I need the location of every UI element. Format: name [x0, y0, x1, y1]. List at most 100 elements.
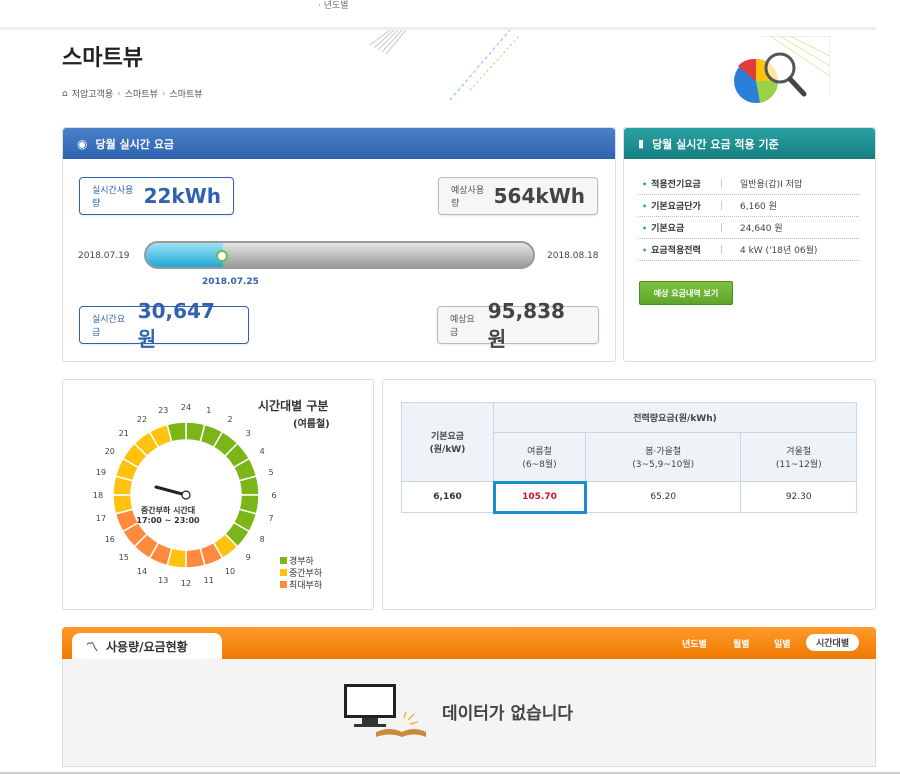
- clock-hour-label: 20: [105, 447, 115, 456]
- breadcrumb: ⌂ 저압고객용 › 스마트뷰 › 스마트뷰: [62, 87, 203, 101]
- clock-hour-label: 18: [93, 491, 103, 500]
- clock-hour-label: 16: [105, 535, 115, 544]
- criteria-value: 4 kW ('18년 06월): [740, 246, 818, 256]
- clock-hour-label: 8: [260, 535, 265, 544]
- fee-criteria-title: 당월 실시간 요금 적용 기준: [652, 137, 779, 151]
- legend-swatch: [280, 557, 287, 564]
- clock-center-time: 17:00 ~ 23:00: [136, 516, 200, 525]
- clock-season: (여름철): [293, 419, 330, 430]
- legend-label: 중간부하: [289, 569, 323, 579]
- period-end-date: 2018.08.18: [547, 251, 599, 261]
- expected-usage-value: 564kWh: [493, 184, 585, 208]
- realtime-usage-label: 실시간사용량: [92, 186, 134, 209]
- clock-hour-label: 12: [181, 579, 191, 588]
- period-start-date: 2018.07.19: [78, 251, 130, 261]
- legend-swatch: [280, 569, 287, 576]
- criteria-key: 기본요금: [642, 221, 720, 234]
- expected-fee-detail-button[interactable]: 예상 요금내역 보기: [639, 281, 733, 305]
- clock-hour-label: 7: [268, 514, 273, 523]
- tab-hourly[interactable]: 시간대별: [806, 634, 860, 651]
- criteria-value: 6,160 원: [740, 202, 777, 212]
- expected-fee-label: 예상요금: [450, 315, 475, 338]
- criteria-key: 요금적용전력: [642, 243, 720, 256]
- legend-item: 중간부하: [280, 568, 322, 580]
- period-progress-marker: [216, 250, 228, 262]
- criteria-row: 기본요금| 24,640 원: [638, 217, 859, 239]
- clock-hour-label: 19: [96, 468, 106, 477]
- breadcrumb-separator: ›: [161, 88, 166, 99]
- winter-rate-cell: 92.30: [740, 481, 857, 513]
- empty-message: 데이터가 없습니다: [442, 704, 574, 724]
- clock-hour-label: 5: [268, 468, 273, 477]
- criteria-row: 요금적용전력| 4 kW ('18년 06월): [638, 239, 859, 261]
- energy-fee-header: 전력량요금(원/kWh): [493, 402, 857, 433]
- criteria-divider: |: [720, 222, 724, 233]
- tab-monthly[interactable]: 월별: [733, 637, 750, 650]
- legend-swatch: [280, 581, 287, 588]
- summer-header: 여름철 (6~8월): [493, 432, 586, 482]
- legend-item: 경부하: [280, 556, 322, 568]
- monitor-book-icon: [344, 684, 426, 737]
- clock-hour-label: 4: [260, 447, 265, 456]
- expected-usage-label: 예상사용량: [451, 186, 485, 209]
- expected-fee-bubble: 예상요금 95,838 원: [437, 299, 599, 351]
- clock-title: 시간대별 구분: [258, 399, 329, 413]
- clock-hour-label: 9: [246, 553, 251, 562]
- breadcrumb-item[interactable]: 스마트뷰: [125, 87, 158, 100]
- realtime-fee-title: 당월 실시간 요금: [95, 137, 174, 151]
- usage-title-tab: 〽 사용량/요금현황: [72, 633, 222, 659]
- clock-hour-label: 17: [96, 514, 106, 523]
- expected-usage-bubble: 예상사용량 564kWh: [438, 177, 598, 215]
- clock-hour-label: 21: [119, 429, 129, 438]
- realtime-fee-label: 실시간요금: [92, 315, 126, 338]
- spring-fall-rate-cell: 65.20: [584, 481, 742, 513]
- spring-fall-header: 봄·가을철 (3~5,9~10월): [584, 432, 742, 482]
- rate-table: 기본요금 (원/kW) 전력량요금(원/kWh) 여름철 (6~8월) 봄·가을…: [401, 402, 857, 514]
- current-date: 2018.07.25: [202, 277, 259, 287]
- clock-hour-label: 6: [271, 491, 276, 500]
- criteria-key: 기본요금단가: [642, 199, 720, 212]
- criteria-divider: |: [720, 200, 724, 211]
- period-progress-fill: [146, 243, 223, 267]
- clock-hour-label: 15: [119, 553, 129, 562]
- usage-title: 사용량/요금현황: [106, 639, 188, 654]
- page-title: 스마트뷰: [62, 46, 143, 71]
- criteria-key: 적용전기요금: [642, 177, 720, 190]
- realtime-usage-bubble: 실시간사용량 22kWh: [79, 177, 234, 215]
- realtime-fee-header: ◉ 당월 실시간 요금: [63, 128, 615, 159]
- legend-label: 경부하: [289, 557, 314, 567]
- breadcrumb-item[interactable]: 저압고객용: [72, 87, 113, 100]
- clock-hub: [181, 490, 191, 500]
- pie-magnifier-icon: [734, 36, 830, 103]
- tab-daily[interactable]: 일별: [774, 637, 791, 650]
- realtime-usage-value: 22kWh: [143, 184, 221, 208]
- clock-center-label: 중간부하 시간대: [140, 506, 196, 515]
- clock-hour-label: 11: [204, 576, 214, 585]
- clock-hour-label: 10: [225, 567, 235, 576]
- top-nav-year-link[interactable]: · 년도별: [318, 0, 349, 11]
- fee-criteria-header: ▮ 당월 실시간 요금 적용 기준: [624, 128, 875, 159]
- criteria-divider: |: [720, 244, 724, 255]
- summer-rate-cell: 105.70: [492, 480, 587, 514]
- base-fee-cell: 6,160: [401, 481, 494, 513]
- trend-chart-icon: 〽: [86, 639, 99, 654]
- realtime-fee-bubble: 실시간요금 30,647 원: [79, 299, 249, 351]
- clock-hour-label: 3: [246, 429, 251, 438]
- clock-hour-label: 1: [206, 406, 211, 415]
- criteria-row: 적용전기요금| 일반용(갑)Ⅰ 저압: [638, 173, 859, 195]
- criteria-list: 적용전기요금|일반용(갑)Ⅰ 저압 기본요금단가|6,160 원 기본요금|24…: [624, 159, 875, 261]
- coins-icon: ◉: [77, 136, 88, 151]
- fee-criteria-panel: ▮ 당월 실시간 요금 적용 기준 적용전기요금|일반용(갑)Ⅰ 저압 기본요금…: [623, 127, 876, 362]
- expected-fee-value: 95,838 원: [487, 298, 565, 351]
- clock-hand: [154, 485, 188, 497]
- breadcrumb-separator: ›: [117, 88, 121, 99]
- bar-chart-icon: ▮: [638, 137, 645, 150]
- tab-yearly[interactable]: 년도별: [682, 637, 707, 650]
- home-icon[interactable]: ⌂: [62, 89, 68, 99]
- winter-header: 겨울철 (11~12월): [740, 432, 857, 482]
- clock-hour-label: 2: [227, 415, 232, 424]
- criteria-value: 일반용(갑)Ⅰ 저압: [740, 180, 803, 190]
- clock-hour-label: 14: [137, 567, 147, 576]
- clock-hour-label: 24: [181, 403, 191, 412]
- legend-label: 최대부하: [289, 581, 323, 591]
